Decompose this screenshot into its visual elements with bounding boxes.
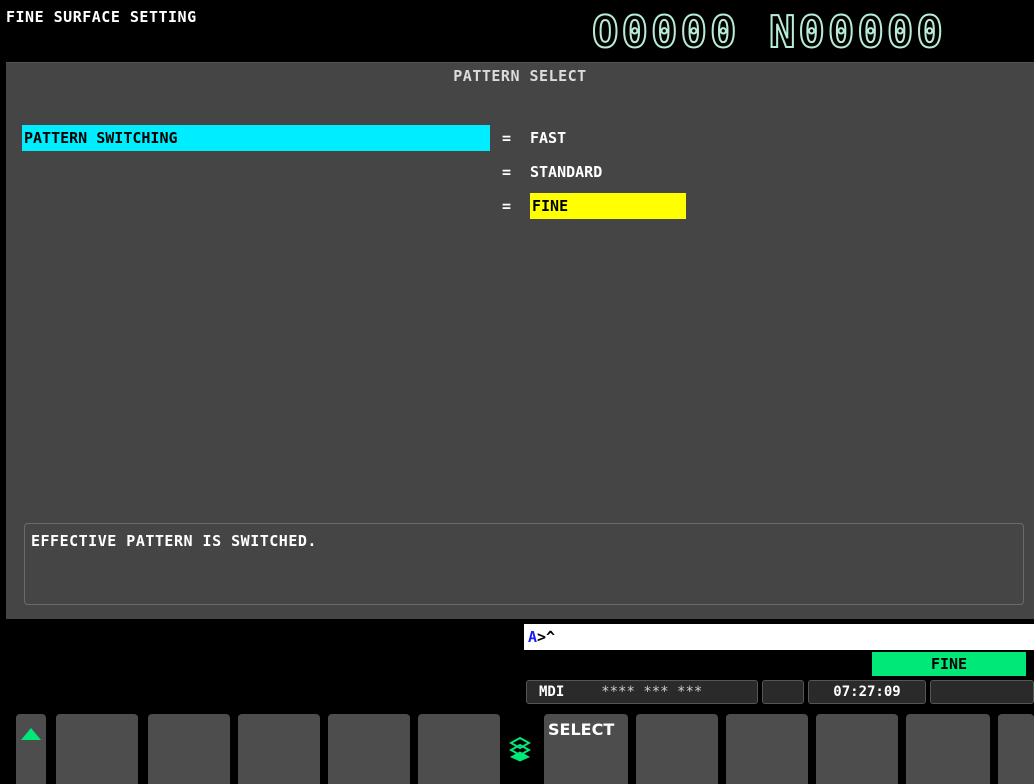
pattern-switching-label[interactable]: PATTERN SWITCHING <box>22 125 490 151</box>
option-fine-equals: = <box>502 197 512 215</box>
option-fine-selected[interactable]: FINE <box>530 193 686 219</box>
softkey-4[interactable] <box>328 714 410 784</box>
softkey-5[interactable] <box>418 714 500 784</box>
softkey-8[interactable] <box>726 714 808 784</box>
status-stars: **** *** *** <box>601 684 703 700</box>
status-mode-cell: MDI **** *** *** <box>526 680 758 704</box>
triangle-up-icon <box>21 728 41 740</box>
layers-icon[interactable] <box>508 736 532 762</box>
title-bar: FINE SURFACE SETTING O0000 N00000 <box>0 0 1034 64</box>
message-box: EFFECTIVE PATTERN IS SWITCHED. <box>24 523 1024 605</box>
softkey-next[interactable] <box>998 714 1034 784</box>
option-standard[interactable]: STANDARD <box>528 159 602 185</box>
softkey-9[interactable] <box>816 714 898 784</box>
softkey-select[interactable]: SELECT <box>544 714 628 784</box>
softkey-10[interactable] <box>906 714 990 784</box>
status-clock: 07:27:09 <box>808 680 926 704</box>
mode-indicator: FINE <box>872 652 1026 676</box>
key-input-buffer[interactable]: A>^ <box>524 624 1034 650</box>
message-text: EFFECTIVE PATTERN IS SWITCHED. <box>31 532 317 550</box>
input-text: >^ <box>537 628 556 646</box>
input-prompt-prefix: A <box>528 628 538 646</box>
status-mode: MDI <box>539 684 565 700</box>
softkey-select-label: SELECT <box>548 720 615 739</box>
section-title: PATTERN SELECT <box>453 67 587 85</box>
softkey-1[interactable] <box>56 714 138 784</box>
softkey-3[interactable] <box>238 714 320 784</box>
option-standard-equals: = <box>502 163 512 181</box>
softkey-previous[interactable] <box>16 714 46 784</box>
program-number-display: O0000 N00000 <box>591 7 946 59</box>
softkey-2[interactable] <box>148 714 230 784</box>
option-fast[interactable]: FAST <box>528 125 566 151</box>
screen-title: FINE SURFACE SETTING <box>6 8 197 26</box>
status-extra-cell <box>930 680 1034 704</box>
status-blank-cell <box>762 680 804 704</box>
main-panel: PATTERN SELECT PATTERN SWITCHING = FAST … <box>6 62 1034 619</box>
softkey-7[interactable] <box>636 714 718 784</box>
option-fast-equals: = <box>502 129 512 147</box>
